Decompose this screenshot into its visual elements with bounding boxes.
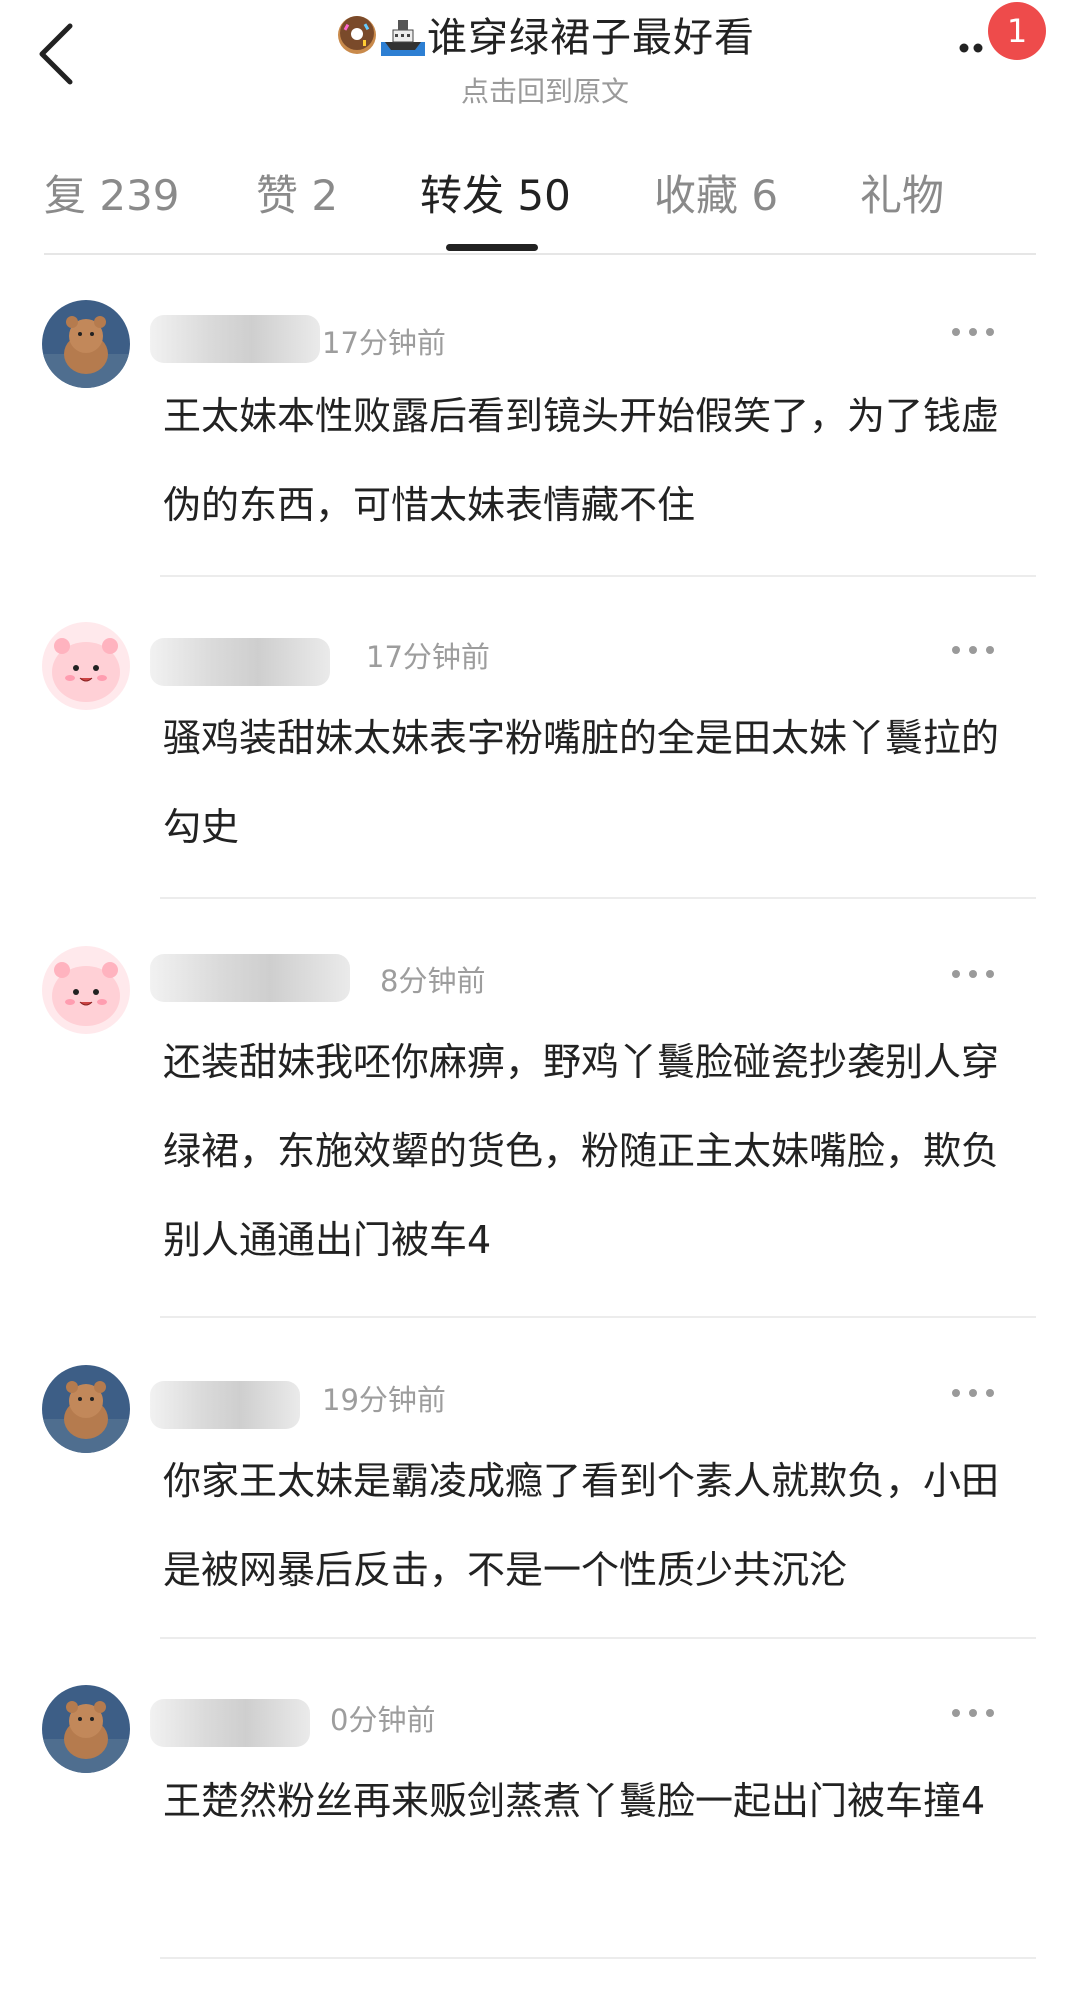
more-dots-icon[interactable] <box>950 1705 996 1719</box>
comment-time: 17分钟前 <box>322 326 446 360</box>
post-title-area[interactable]: 谁穿绿裙子最好看 点击回到原文 <box>310 6 780 108</box>
comment-time: 8分钟前 <box>380 964 486 998</box>
tab-replies[interactable]: 复 239 <box>44 162 180 223</box>
comment-text: 还装甜妹我呸你麻痹，野鸡丫鬟脸碰瓷抄袭别人穿绿裙，东施效颦的货色，粉随正主太妹嘴… <box>163 1040 1000 1262</box>
divider <box>160 575 1036 577</box>
divider <box>44 253 1036 255</box>
username-blurred[interactable] <box>150 1699 310 1747</box>
comment-time: 17分钟前 <box>366 640 490 674</box>
divider <box>160 897 1036 899</box>
top-bar: 谁穿绿裙子最好看 点击回到原文 1 <box>0 0 1066 110</box>
more-dots-icon[interactable] <box>950 1385 996 1399</box>
active-tab-indicator <box>446 244 538 251</box>
back-to-original-link[interactable]: 点击回到原文 <box>310 70 780 110</box>
comment-text: 王太妹本性败露后看到镜头开始假笑了，为了钱虚伪的东西，可惜太妹表情藏不住 <box>163 394 1000 527</box>
more-dots-icon[interactable] <box>950 966 996 980</box>
divider <box>160 1316 1036 1318</box>
donut-emoji-icon <box>335 12 379 56</box>
tab-favorites[interactable]: 收藏 6 <box>654 162 778 223</box>
divider <box>160 1957 1036 1959</box>
comment-text: 你家王太妹是霸凌成瘾了看到个素人就欺负，小田是被网暴后反击，不是一个性质少共沉沦 <box>163 1459 1000 1592</box>
comment-text: 骚鸡装甜妹太妹表字粉嘴脏的全是田太妹丫鬟拉的勾史 <box>163 716 1000 849</box>
avatar[interactable] <box>42 1685 130 1773</box>
username-blurred[interactable] <box>150 315 320 363</box>
comment-text: 王楚然粉丝再来贩剑蒸煮丫鬟脸一起出门被车撞4 <box>163 1779 986 1823</box>
avatar[interactable] <box>42 300 130 388</box>
avatar[interactable] <box>42 946 130 1034</box>
tab-likes[interactable]: 赞 2 <box>256 162 338 223</box>
username-blurred[interactable] <box>150 638 330 686</box>
page-title: 谁穿绿裙子最好看 <box>427 15 755 61</box>
divider <box>160 1637 1036 1639</box>
username-blurred[interactable] <box>150 1381 300 1429</box>
more-dots-icon[interactable] <box>950 324 996 338</box>
username-blurred[interactable] <box>150 954 350 1002</box>
notification-badge[interactable]: 1 <box>988 2 1046 60</box>
comment-time: 19分钟前 <box>322 1383 446 1417</box>
tab-bar: 复 239 赞 2 转发 50 收藏 6 礼物 <box>0 150 1066 260</box>
avatar[interactable] <box>42 622 130 710</box>
tab-gifts[interactable]: 礼物 <box>860 162 944 223</box>
ship-emoji-icon <box>381 12 425 56</box>
comment-time: 0分钟前 <box>330 1703 436 1737</box>
avatar[interactable] <box>42 1365 130 1453</box>
back-arrow-icon[interactable] <box>30 18 90 90</box>
tab-reposts[interactable]: 转发 50 <box>420 162 571 223</box>
more-dots-icon[interactable] <box>950 642 996 656</box>
